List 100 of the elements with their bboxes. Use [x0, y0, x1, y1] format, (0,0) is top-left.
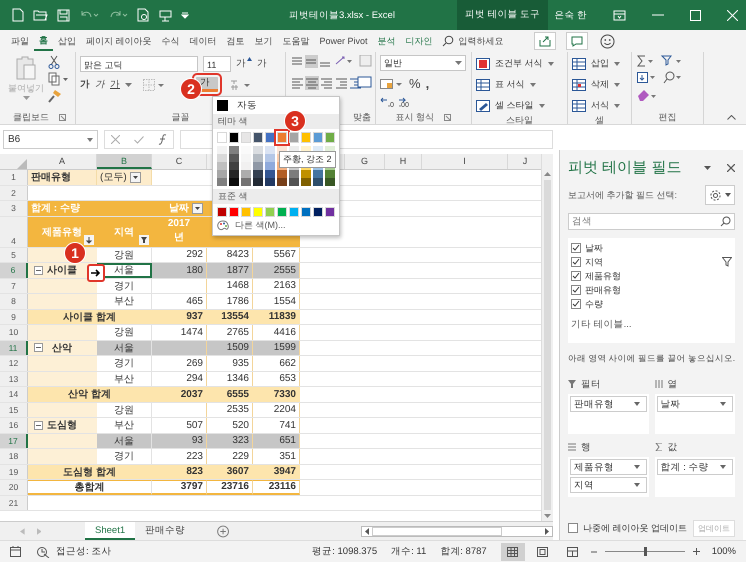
search-field[interactable]: 검색 — [568, 213, 736, 230]
color-shade-column[interactable] — [228, 146, 240, 186]
styles-menu-button[interactable]: 표 서식 — [495, 78, 525, 91]
caret-icon[interactable] — [455, 61, 462, 65]
ribbon-tab[interactable]: Power Pivot — [314, 32, 373, 50]
color-swatch[interactable] — [228, 206, 240, 217]
ribbon-tab[interactable]: 파일 — [6, 32, 34, 50]
dropdown-icon[interactable] — [130, 172, 141, 183]
percent-button[interactable]: % — [409, 76, 421, 91]
checkbox[interactable] — [571, 243, 581, 253]
dialog-launcher-icon[interactable] — [59, 114, 66, 120]
dropdown-icon[interactable] — [192, 202, 203, 214]
collapse-icon[interactable] — [34, 343, 43, 352]
number-format-field[interactable]: 일반 — [380, 55, 466, 71]
area-field-item[interactable]: 판매유형 — [570, 396, 647, 412]
color-swatch[interactable] — [252, 206, 264, 217]
color-swatch[interactable] — [252, 132, 264, 142]
font-style-button[interactable]: 가 — [110, 78, 120, 91]
ribbon-tab[interactable]: 검토 — [222, 32, 250, 50]
insert-cells-icon[interactable] — [572, 58, 586, 70]
row-header[interactable]: 11 — [0, 340, 28, 355]
status-stat[interactable]: 개수: 11 — [391, 545, 426, 558]
new-file-icon[interactable] — [12, 8, 24, 22]
area-field-item[interactable]: 지역 — [570, 477, 647, 493]
row-header[interactable]: 17 — [0, 434, 28, 448]
sheet-tab[interactable]: Sheet1 — [85, 522, 136, 540]
tell-me-field[interactable]: 입력하세요 — [458, 34, 504, 48]
checkbox[interactable] — [571, 299, 581, 309]
sheet-tab[interactable]: 판매수량 — [135, 522, 196, 540]
checkbox[interactable] — [571, 271, 581, 281]
row-header[interactable]: 5 — [0, 248, 28, 262]
ribbon-tab[interactable]: 디자인 — [400, 32, 438, 50]
ribbon-display-icon[interactable] — [612, 10, 626, 20]
filter-icon[interactable] — [139, 234, 149, 244]
print-preview-icon[interactable] — [137, 8, 150, 22]
decrease-font-button[interactable]: 가 — [257, 57, 267, 70]
enter-check-icon[interactable] — [134, 136, 144, 144]
ribbon-tab[interactable]: 삽입 — [53, 32, 81, 50]
macro-record-icon[interactable] — [10, 546, 21, 557]
increase-font-button[interactable]: 가 — [236, 57, 252, 70]
scroll-down-icon[interactable] — [544, 514, 551, 518]
color-swatch[interactable] — [228, 132, 240, 142]
format-cells-icon[interactable] — [572, 100, 586, 112]
delete-cells-icon[interactable] — [572, 78, 586, 90]
caret-icon[interactable] — [538, 104, 545, 108]
scroll-right-icon[interactable] — [544, 528, 549, 534]
touch-mode-icon[interactable] — [159, 8, 172, 22]
column-header[interactable]: C — [152, 154, 207, 169]
caret-icon[interactable] — [87, 138, 93, 142]
area-field-item[interactable]: 합계 : 수량 — [656, 459, 734, 475]
color-swatch[interactable] — [240, 132, 252, 142]
maximize-icon[interactable] — [690, 10, 701, 20]
more-colors-item[interactable]: 다른 색(M)... — [235, 219, 286, 232]
font-style-button[interactable]: 가 — [95, 78, 105, 91]
border-icon[interactable] — [143, 78, 165, 90]
phonetic-guide-icon[interactable] — [229, 78, 251, 90]
row-header[interactable]: 2 — [0, 186, 28, 200]
zoom-slider-thumb[interactable] — [644, 547, 647, 556]
more-tables-link[interactable]: 기타 테이블... — [571, 318, 732, 331]
format-painter-icon[interactable] — [48, 89, 62, 103]
column-header[interactable]: B — [97, 154, 152, 169]
styles-menu-button[interactable]: 조건부 서식 — [495, 57, 543, 70]
row-header[interactable]: 21 — [0, 496, 28, 510]
row-header[interactable]: 18 — [0, 449, 28, 464]
ribbon-tab[interactable]: 보기 — [250, 32, 278, 50]
column-header[interactable]: H — [385, 154, 422, 169]
field-label[interactable]: 수량 — [585, 298, 603, 310]
color-swatch[interactable] — [288, 132, 300, 142]
cells-menu-button[interactable]: 삽입 — [591, 57, 609, 70]
field-label[interactable]: 제품유형 — [585, 270, 621, 282]
cells-menu-button[interactable]: 서식 — [591, 99, 609, 112]
name-box[interactable]: B6 — [3, 130, 98, 149]
accessibility-icon[interactable] — [37, 546, 50, 558]
insert-function-icon[interactable] — [158, 134, 168, 145]
color-swatch[interactable] — [300, 132, 312, 142]
collapse-icon[interactable] — [34, 266, 43, 275]
accessibility-status[interactable]: 접근성: 조사 — [56, 545, 112, 558]
color-shade-column[interactable] — [217, 146, 228, 186]
row-header[interactable]: 3 — [0, 201, 28, 216]
color-swatch[interactable] — [324, 132, 336, 142]
row-header[interactable]: 4 — [0, 216, 28, 246]
row-header[interactable]: 7 — [0, 278, 28, 293]
field-label[interactable]: 판매유형 — [585, 284, 621, 296]
color-swatch[interactable] — [264, 132, 276, 142]
row-header[interactable]: 16 — [0, 418, 28, 432]
ribbon-tab[interactable]: 페이지 레이아웃 — [81, 32, 157, 50]
row-header[interactable]: 12 — [0, 356, 28, 370]
row-header[interactable]: 1 — [0, 170, 28, 184]
row-header[interactable]: 14 — [0, 387, 28, 402]
color-swatch[interactable] — [324, 206, 336, 217]
open-folder-icon[interactable] — [33, 9, 48, 21]
row-header[interactable]: 10 — [0, 325, 28, 340]
color-shade-column[interactable] — [252, 146, 264, 186]
area-field-item[interactable]: 날짜 — [656, 396, 734, 412]
color-shade-column[interactable] — [240, 146, 252, 186]
table-format-icon[interactable] — [476, 78, 490, 90]
column-header[interactable]: I — [422, 154, 508, 169]
checkbox[interactable] — [571, 285, 581, 295]
share-button[interactable] — [534, 32, 556, 50]
ribbon-tab[interactable]: 분석 — [372, 32, 401, 50]
